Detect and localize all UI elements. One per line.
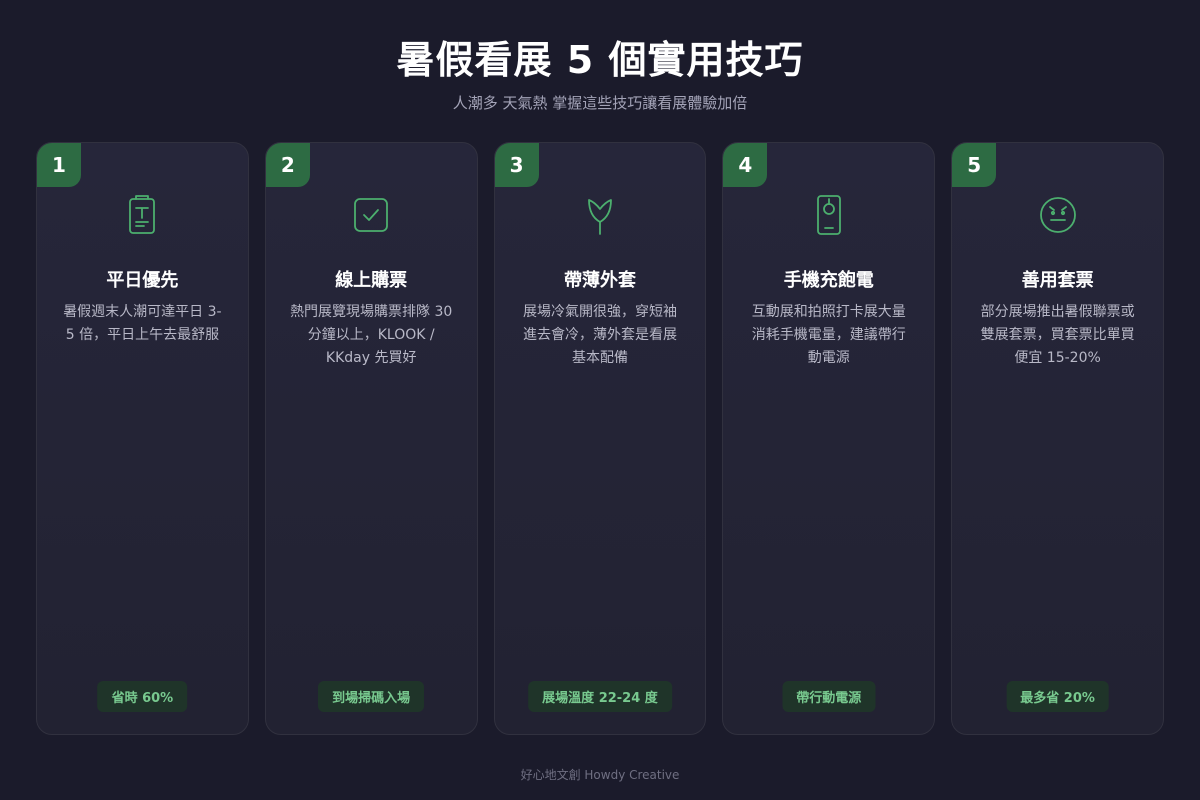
tip-number: 2 [265,143,310,187]
tip-number: 5 [952,143,997,187]
tip-card-2: 2 線上購票 熱門展覽現場購票排隊 30 分鐘以上，KLOOK / KKday … [264,142,478,735]
face-icon [1034,191,1082,239]
tip-description: 熱門展覽現場購票排隊 30 分鐘以上，KLOOK / KKday 先買好 [290,304,453,366]
tip-number: 1 [37,143,81,187]
tip-description: 展場冷氣開很強，穿短袖進去會冷，薄外套是看展基本配備 [522,304,677,366]
tip-description: 部分展場推出暑假聯票或雙展套票，買套票比單買便宜 15-20% [980,304,1135,366]
tulip-icon [576,191,624,239]
tip-badge: 帶行動電源 [782,681,876,712]
tip-title: 手機充飽電 [783,270,874,291]
tip-badge: 省時 60% [97,681,188,712]
ticket-calendar-icon [118,191,166,239]
tip-card-3: 3 帶薄外套 展場冷氣開很強，穿短袖進去會冷，薄外套是看展基本配備 展場溫度 2… [493,142,707,735]
tip-description: 暑假週末人潮可達平日 3-5 倍，平日上午去最舒服 [63,304,222,343]
tip-card-5: 5 善用套票 部分展場推出暑假聯票或雙展套票，買套票比單買便宜 15-20% 最… [951,142,1164,735]
tip-title: 善用套票 [1021,270,1094,291]
tip-title: 帶薄外套 [563,270,636,291]
tip-badge: 到場掃碼入場 [318,681,425,712]
page-title: 暑假看展 5 個實用技巧 [396,38,804,82]
header: 暑假看展 5 個實用技巧 人潮多 天氣熱 掌握這些技巧讓看展體驗加倍 [0,38,1200,113]
tip-badge: 展場溫度 22-24 度 [528,681,672,712]
phone-icon [805,191,853,239]
footer-credit: 好心地文創 Howdy Creative [520,768,680,782]
tip-card-1: 1 平日優先 暑假週末人潮可達平日 3-5 倍，平日上午去最舒服 省時 60% [36,142,249,735]
tip-title: 平日優先 [106,270,179,291]
tip-card-4: 4 手機充飽電 互動展和拍照打卡展大量消耗手機電量，建議帶行動電源 帶行動電源 [722,142,936,735]
page-subtitle: 人潮多 天氣熱 掌握這些技巧讓看展體驗加倍 [452,93,748,112]
tip-title: 線上購票 [335,270,408,291]
tip-number: 3 [494,143,539,187]
check-square-icon [347,191,395,239]
tips-card-row: 1 平日優先 暑假週末人潮可達平日 3-5 倍，平日上午去最舒服 省時 60% … [36,142,1164,735]
tip-badge: 最多省 20% [1006,681,1109,712]
tip-number: 4 [723,143,768,187]
tip-description: 互動展和拍照打卡展大量消耗手機電量，建議帶行動電源 [751,304,906,366]
